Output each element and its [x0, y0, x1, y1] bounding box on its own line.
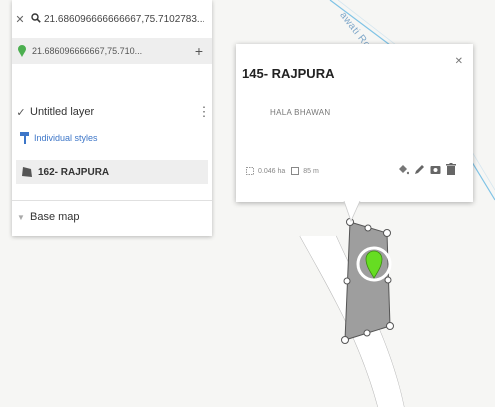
paint-roller-icon	[20, 132, 34, 144]
search-query-text[interactable]: 21.686096666666667,75.7102783...	[44, 14, 204, 25]
pin-icon	[12, 45, 32, 57]
camera-icon[interactable]	[427, 162, 443, 176]
feature-name[interactable]: 162- RAJPURA	[38, 167, 109, 178]
layer-name[interactable]: Untitled layer	[30, 106, 196, 118]
divider	[12, 200, 212, 201]
close-icon[interactable]: ✕	[12, 13, 28, 26]
perimeter-icon	[291, 167, 301, 175]
area-icon	[246, 167, 256, 175]
base-map-label[interactable]: Base map	[30, 211, 80, 223]
layer-header[interactable]: ✓ Untitled layer ⋮	[12, 102, 212, 122]
search-result-item[interactable]: 21.686096666667,75.710... +	[12, 38, 212, 64]
more-options-icon[interactable]: ⋮	[196, 104, 212, 120]
checkbox-icon[interactable]: ✓	[12, 106, 30, 119]
popup-measurements: 0.046 ha 85 m	[246, 164, 319, 178]
plus-icon[interactable]: +	[190, 43, 208, 59]
individual-styles-link[interactable]: Individual styles	[20, 130, 98, 146]
layers-panel: ✕ 21.686096666666667,75.7102783... 21.68…	[12, 0, 212, 236]
search-bar[interactable]: ✕ 21.686096666666667,75.7102783...	[12, 8, 212, 30]
feature-list-item[interactable]: 162- RAJPURA	[16, 160, 208, 184]
result-coordinates: 21.686096666667,75.710...	[32, 46, 143, 56]
map-view: awati Ro ✕ 21.686096666666667,75.7102783…	[0, 0, 495, 407]
feature-info-popup: 145- RAJPURA ✕ HALA BHAWAN 0.046 ha 85 m	[236, 44, 473, 202]
trash-icon[interactable]	[443, 162, 459, 176]
popup-pointer	[343, 201, 361, 223]
individual-styles-label[interactable]: Individual styles	[34, 133, 98, 143]
polygon-icon	[16, 166, 38, 178]
popup-toolbar	[395, 162, 459, 176]
close-icon[interactable]: ✕	[455, 56, 463, 67]
parcel-polygon	[344, 221, 391, 341]
perimeter-value: 85 m	[303, 167, 319, 175]
popup-title: 145- RAJPURA	[242, 66, 335, 81]
area-value: 0.046 ha	[258, 167, 286, 175]
paint-bucket-icon[interactable]	[395, 162, 411, 176]
chevron-down-icon[interactable]: ▼	[12, 213, 30, 222]
popup-description: HALA BHAWAN	[270, 108, 331, 117]
search-icon[interactable]	[28, 12, 44, 26]
pencil-icon[interactable]	[411, 162, 427, 176]
base-map-row[interactable]: ▼ Base map	[12, 208, 212, 226]
